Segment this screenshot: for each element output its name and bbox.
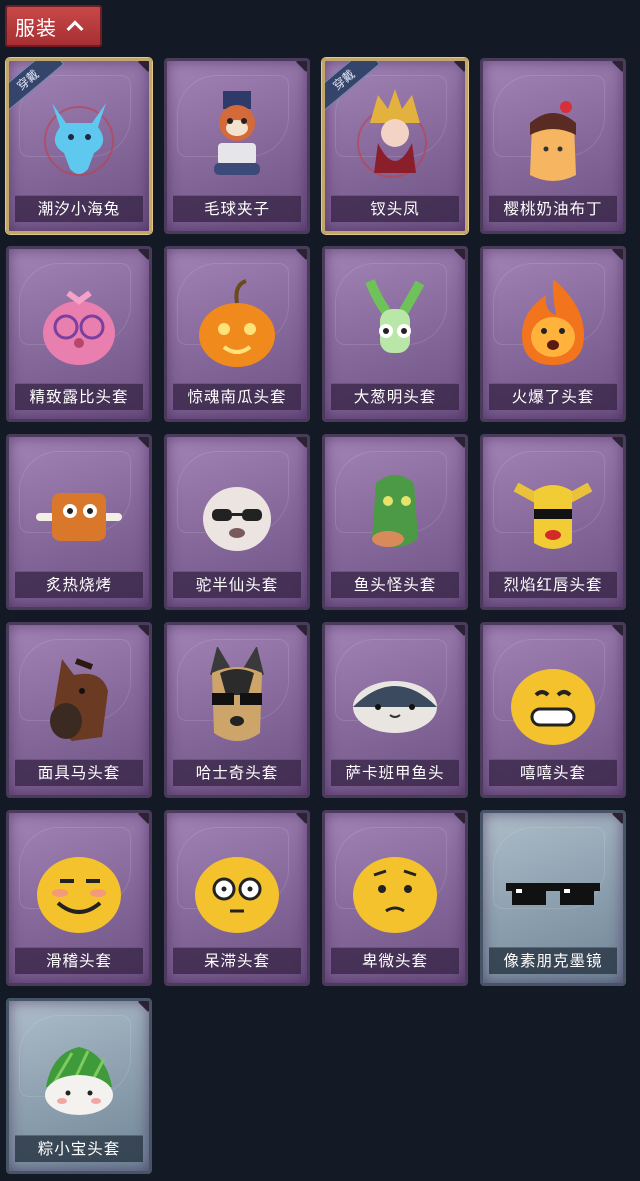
outfit-name: 滑稽头套 [15, 947, 143, 974]
outfit-name: 面具马头套 [15, 759, 143, 786]
outfit-card[interactable]: 鱼头怪头套 [322, 434, 468, 610]
outfit-title: 服装 [15, 15, 57, 40]
outfit-name: 卑微头套 [331, 947, 459, 974]
outfit-card[interactable]: 卑微头套 [322, 810, 468, 986]
husky-sunglasses-icon [210, 647, 264, 741]
outfit-card[interactable]: 像素朋克墨镜 [480, 810, 626, 986]
outfit-card[interactable]: 毛球夹子 [164, 58, 310, 234]
outfit-card[interactable]: 烈焰红唇头套 [480, 434, 626, 610]
outfit-name: 嘻嘻头套 [489, 759, 617, 786]
outfit-card[interactable]: 樱桃奶油布丁 [480, 58, 626, 234]
outfit-name: 惊魂南瓜头套 [173, 383, 301, 410]
sacabambaspis-icon [353, 681, 437, 733]
smirk-emoji-icon [37, 857, 121, 933]
outfit-card[interactable]: 嘻嘻头套 [480, 622, 626, 798]
outfit-name: 精致露比头套 [15, 383, 143, 410]
outfit-name: 潮汐小海兔 [15, 195, 143, 222]
outfit-name: 呆滞头套 [173, 947, 301, 974]
outfit-card[interactable]: 火爆了头套 [480, 246, 626, 422]
horse-mask-icon [50, 658, 108, 741]
outfit-card[interactable]: 滑稽头套 [6, 810, 152, 986]
chevron-up-icon [66, 20, 84, 38]
pixel-sunglasses-icon [506, 883, 600, 905]
outfit-name: 毛球夹子 [173, 195, 301, 222]
phoenix-headdress-icon [357, 89, 427, 178]
outfit-name: 大葱明头套 [331, 383, 459, 410]
zongzi-mask-icon [45, 1047, 113, 1115]
outfit-card[interactable]: 呆滞头套 [164, 810, 310, 986]
outfit-name: 像素朋克墨镜 [489, 947, 617, 974]
outfit-card[interactable]: 穿戴 钗头凤 [322, 58, 468, 234]
bbq-meat-icon [36, 493, 122, 541]
outfit-name: 樱桃奶油布丁 [489, 195, 617, 222]
outfit-card[interactable]: 哈士奇头套 [164, 622, 310, 798]
outfit-grid: 穿戴 潮汐小海兔 毛球夹子 穿戴 钗头凤 樱桃奶油布丁精致露比头套 惊魂南瓜头套 大葱明头套 火… [6, 58, 636, 1178]
outfit-name: 钗头凤 [331, 195, 459, 222]
yellow-sunglasses-mask-icon [513, 482, 593, 549]
outfit-name: 炙热烧烤 [15, 571, 143, 598]
outfit-card[interactable]: 大葱明头套 [322, 246, 468, 422]
outfit-card[interactable]: 惊魂南瓜头套 [164, 246, 310, 422]
outfit-name: 鱼头怪头套 [331, 571, 459, 598]
outfit-card[interactable]: 粽小宝头套 [6, 998, 152, 1174]
outfit-name: 粽小宝头套 [15, 1135, 143, 1162]
fish-head-icon [372, 475, 418, 547]
outfit-card[interactable]: 驼半仙头套 [164, 434, 310, 610]
raccoon-drummer-icon [214, 91, 260, 175]
outfit-card[interactable]: 炙热烧烤 [6, 434, 152, 610]
outfit-name: 火爆了头套 [489, 383, 617, 410]
alpaca-sunglasses-icon [203, 487, 271, 551]
outfit-card[interactable]: 萨卡班甲鱼头 [322, 622, 468, 798]
blue-bunny-icon [44, 103, 114, 176]
outfit-card[interactable]: 精致露比头套 [6, 246, 152, 422]
outfit-name: 驼半仙头套 [173, 571, 301, 598]
pink-glasses-mask-icon [43, 290, 115, 365]
outfit-name: 哈士奇头套 [173, 759, 301, 786]
outfit-card[interactable]: 面具马头套 [6, 622, 152, 798]
outfit-toggle-button[interactable]: 服装 [5, 5, 102, 47]
outfit-name: 烈焰红唇头套 [489, 571, 617, 598]
grin-emoji-icon [511, 669, 595, 745]
fire-mask-icon [522, 279, 584, 365]
humble-emoji-icon [353, 857, 437, 933]
scallion-mask-icon [365, 279, 425, 353]
pudding-icon [530, 101, 576, 181]
pumpkin-icon [199, 279, 275, 367]
outfit-name: 萨卡班甲鱼头 [331, 759, 459, 786]
outfit-card[interactable]: 穿戴 潮汐小海兔 [6, 58, 152, 234]
blank-stare-emoji-icon [195, 857, 279, 933]
